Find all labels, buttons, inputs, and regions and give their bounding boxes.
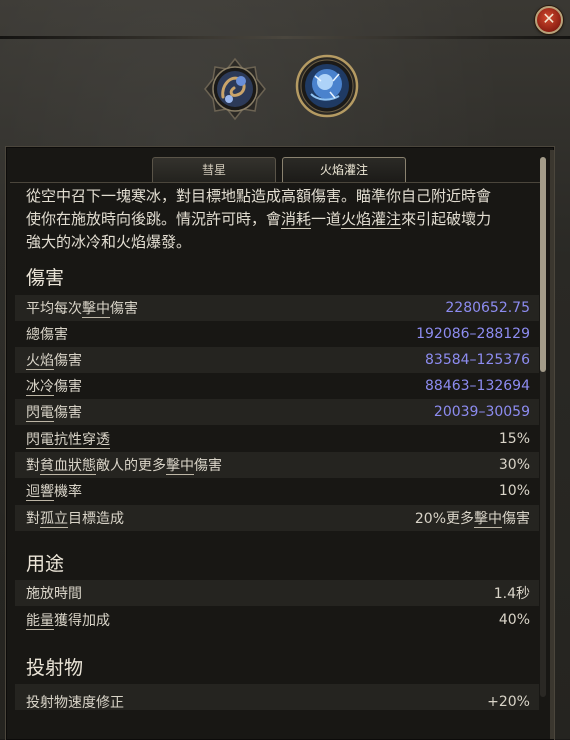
keyword-lightning-penetration[interactable]: 閃電抗性穿透 [26, 432, 110, 449]
description-line-3: 強大的冰冷和火焰爆發。 [26, 233, 192, 251]
description-line-2: 使你在施放時向後跳。情況許可時，會消耗一道火焰灌注來引起破壞力 [26, 210, 492, 229]
stat-row-cold-damage: 冰冷傷害 88463–132694 [15, 373, 539, 399]
section-title-projectile: 投射物 [26, 657, 84, 679]
keyword-fire-infusion[interactable]: 火焰灌注 [341, 210, 402, 229]
skill-description: 從空中召下一塊寒冰，對目標地點造成高額傷害。瞄準你自己附近時會 使你在施放時向後… [26, 185, 536, 254]
tab-bar: 彗星 火焰灌注 [152, 157, 406, 183]
keyword-isolated[interactable]: 孤立 [40, 511, 68, 528]
stat-row-isolated-damage: 對孤立目標造成 20%更多擊中傷害 [15, 505, 539, 531]
keyword-hit[interactable]: 擊中 [166, 458, 194, 475]
stat-value: 10% [498, 483, 530, 499]
stat-value: 15% [498, 431, 530, 447]
keyword-fire[interactable]: 火焰 [26, 353, 54, 370]
stat-row-echo-chance: 迴響機率 10% [15, 478, 539, 504]
stat-row-total-damage: 總傷害 192086–288129 [15, 321, 539, 347]
stat-value: 192086–288129 [416, 326, 530, 342]
stat-value: 88463–132694 [425, 378, 530, 394]
keyword-hit[interactable]: 擊中 [82, 301, 110, 318]
section-title-usage: 用途 [26, 553, 65, 575]
keyword-consume[interactable]: 消耗 [281, 210, 312, 229]
stat-value: 20%更多擊中傷害 [414, 511, 530, 528]
tab-divider [10, 182, 544, 183]
keyword-hit[interactable]: 擊中 [474, 511, 502, 528]
stat-value: 1.4秒 [493, 586, 530, 602]
stat-row-projectile-speed: 投射物速度修正 +20% [15, 684, 539, 710]
section-title-damage: 傷害 [26, 267, 65, 289]
stat-value: 83584–125376 [425, 352, 530, 368]
panel-border [550, 150, 554, 739]
keyword-cold[interactable]: 冰冷 [26, 379, 54, 396]
stat-value: +20% [487, 694, 530, 710]
ice-serpent-gem-icon[interactable] [203, 57, 267, 121]
scrollbar-thumb[interactable] [540, 157, 546, 372]
description-line-1: 從空中召下一塊寒冰，對目標地點造成高額傷害。瞄準你自己附近時會 [26, 187, 492, 205]
tab-fire-infusion[interactable]: 火焰灌注 [282, 157, 406, 182]
stat-value: 2280652.75 [445, 300, 530, 316]
keyword-anaemic[interactable]: 貧血狀態 [40, 458, 96, 475]
keyword-energy[interactable]: 能量 [26, 613, 54, 630]
stat-row-lightning-damage: 閃電傷害 20039–30059 [15, 399, 539, 425]
close-icon: ✕ [542, 9, 556, 28]
stat-value: 20039–30059 [433, 404, 530, 420]
stat-value: 40% [498, 612, 530, 628]
frame-divider [0, 36, 570, 39]
stat-row-lightning-penetration: 閃電抗性穿透 15% [15, 426, 539, 452]
stat-row-fire-damage: 火焰傷害 83584–125376 [15, 347, 539, 373]
stat-row-cast-time: 施放時間 1.4秒 [15, 580, 539, 606]
scrollbar-track[interactable] [540, 157, 546, 697]
stat-row-energy-gain: 能量獲得加成 40% [15, 607, 539, 633]
stat-row-anaemic-damage: 對貧血狀態敵人的更多擊中傷害 30% [15, 452, 539, 478]
stat-value: 30% [498, 457, 530, 473]
close-button[interactable]: ✕ [535, 6, 563, 34]
keyword-echo[interactable]: 迴響 [26, 484, 54, 501]
keyword-lightning[interactable]: 閃電 [26, 405, 54, 422]
frost-orb-gem-icon[interactable] [295, 54, 359, 118]
stat-row-average-hit: 平均每次擊中傷害 2280652.75 [15, 295, 539, 321]
tab-comet[interactable]: 彗星 [152, 157, 276, 182]
